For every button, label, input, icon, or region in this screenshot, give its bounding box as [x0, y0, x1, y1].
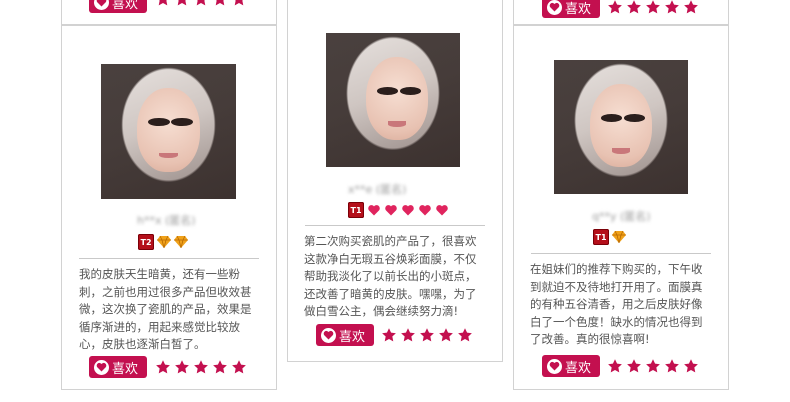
star-icon: [215, 0, 225, 6]
divider: [531, 253, 711, 254]
star-icon: [665, 359, 679, 373]
star-icon: [234, 0, 244, 6]
like-label: 喜欢: [565, 360, 592, 376]
star-icon: [665, 0, 679, 14]
user-avatar: [554, 60, 688, 194]
like-button-top-left[interactable]: 喜欢: [89, 0, 147, 13]
user-nickname: x**e (匿名): [348, 183, 407, 196]
heart-icon: [94, 359, 109, 375]
diamond-icon: [612, 230, 626, 244]
heart-icon: [547, 0, 562, 15]
star-icon: [175, 360, 189, 374]
rating-stars: [155, 358, 247, 376]
heart-gem-icon: [418, 203, 432, 217]
review-text: 在姐妹们的推荐下购买的，下午收到就迫不及待地打开用了。面膜真的有种五谷清香，用之…: [530, 262, 703, 347]
star-icon: [196, 0, 206, 6]
level-badge: T2: [138, 234, 154, 250]
user-badges: T2: [138, 234, 188, 250]
star-icon: [158, 0, 168, 6]
review-text: 第二次购买瓷肌的产品了，很喜欢这款净白无瑕五谷焕彩面膜，不仅帮助我淡化了以前长出…: [304, 234, 477, 319]
star-icon: [684, 359, 698, 373]
review-text: 我的皮肤天生暗黄，还有一些粉刺，之前也用过很多产品但收效甚微，这次换了瓷肌的产品…: [79, 267, 252, 352]
star-icon: [420, 328, 434, 342]
star-icon: [194, 360, 208, 374]
star-icon: [401, 328, 415, 342]
star-icon: [439, 328, 453, 342]
rating-stars: [607, 357, 699, 375]
divider: [305, 225, 485, 226]
star-icon: [213, 360, 227, 374]
like-button[interactable]: 喜欢: [542, 355, 600, 377]
heart-gem-icon: [384, 203, 398, 217]
star-icon: [458, 328, 472, 342]
user-nickname: h**x (匿名): [137, 214, 196, 227]
level-badge: T1: [593, 229, 609, 245]
heart-icon: [94, 0, 109, 10]
user-badges: T1: [593, 229, 626, 245]
like-label: 喜欢: [565, 1, 592, 17]
divider: [79, 258, 259, 259]
user-nickname: q**y (匿名): [592, 210, 651, 223]
rating-stars-top-left: [155, 0, 247, 8]
star-icon: [646, 359, 660, 373]
heart-gem-icon: [401, 203, 415, 217]
like-button-top-right[interactable]: 喜欢: [542, 0, 600, 18]
like-label: 喜欢: [339, 329, 366, 345]
star-icon: [646, 0, 660, 14]
star-icon: [627, 359, 641, 373]
star-icon: [608, 0, 622, 14]
like-label: 喜欢: [112, 361, 139, 377]
like-button[interactable]: 喜欢: [89, 356, 147, 378]
user-badges: T1: [348, 202, 449, 218]
rating-stars: [381, 326, 473, 344]
level-badge: T1: [348, 202, 364, 218]
rating-stars-top-right: [607, 0, 699, 16]
like-label: 喜欢: [112, 0, 139, 12]
heart-gem-icon: [367, 203, 381, 217]
user-avatar: [101, 64, 236, 199]
star-icon: [156, 360, 170, 374]
like-button[interactable]: 喜欢: [316, 324, 374, 346]
diamond-icon: [174, 235, 188, 249]
star-icon: [382, 328, 396, 342]
heart-icon: [321, 327, 336, 343]
diamond-icon: [157, 235, 171, 249]
star-icon: [627, 0, 641, 14]
star-icon: [232, 360, 246, 374]
star-icon: [177, 0, 187, 6]
star-icon: [684, 0, 698, 14]
star-icon: [608, 359, 622, 373]
user-avatar: [326, 33, 460, 167]
heart-icon: [547, 358, 562, 374]
heart-gem-icon: [435, 203, 449, 217]
